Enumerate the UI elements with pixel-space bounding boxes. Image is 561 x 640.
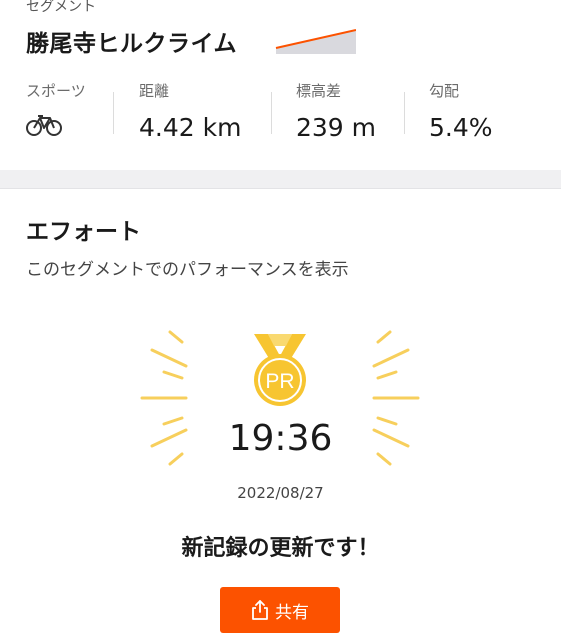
stat-divider bbox=[113, 92, 114, 134]
stat-distance-value: 4.42 km bbox=[139, 113, 242, 142]
stat-distance: 距離 4.42 km bbox=[139, 80, 241, 142]
effort-subtitle: このセグメントでのパフォーマンスを表示 bbox=[26, 260, 349, 280]
stat-grade-value: 5.4% bbox=[429, 113, 493, 142]
effort-title: エフォート bbox=[26, 219, 141, 245]
pr-medal-icon: PR bbox=[246, 330, 314, 408]
segment-card: セグメント 勝尾寺ヒルクライム スポーツ 距離 4.42 km 標高差 239 … bbox=[0, 0, 561, 170]
share-icon bbox=[252, 600, 268, 620]
new-record-message: 新記録の更新です！ bbox=[181, 536, 380, 561]
stat-elevation-value: 239 m bbox=[296, 113, 377, 142]
stat-grade: 勾配 5.4% bbox=[429, 80, 493, 142]
stat-grade-label: 勾配 bbox=[429, 82, 460, 100]
stat-divider bbox=[404, 92, 405, 134]
stat-distance-label: 距離 bbox=[139, 82, 170, 100]
stat-elevation-label: 標高差 bbox=[296, 82, 342, 100]
segment-title[interactable]: 勝尾寺ヒルクライム bbox=[26, 24, 237, 58]
effort-date: 2022/08/27 bbox=[237, 484, 324, 502]
stat-divider bbox=[271, 92, 272, 134]
stat-elevation: 標高差 239 m bbox=[296, 80, 376, 142]
effort-time: 19:36 bbox=[228, 418, 333, 459]
section-separator bbox=[0, 170, 561, 189]
share-button-label: 共有 bbox=[275, 602, 309, 623]
section-label: セグメント bbox=[26, 0, 96, 15]
share-button[interactable]: 共有 bbox=[220, 587, 340, 633]
stat-sport-label: スポーツ bbox=[26, 82, 86, 100]
medal-label: PR bbox=[265, 370, 294, 393]
elevation-profile-thumbnail bbox=[275, 29, 356, 54]
bike-icon bbox=[26, 115, 62, 136]
stat-sport: スポーツ bbox=[26, 80, 86, 137]
